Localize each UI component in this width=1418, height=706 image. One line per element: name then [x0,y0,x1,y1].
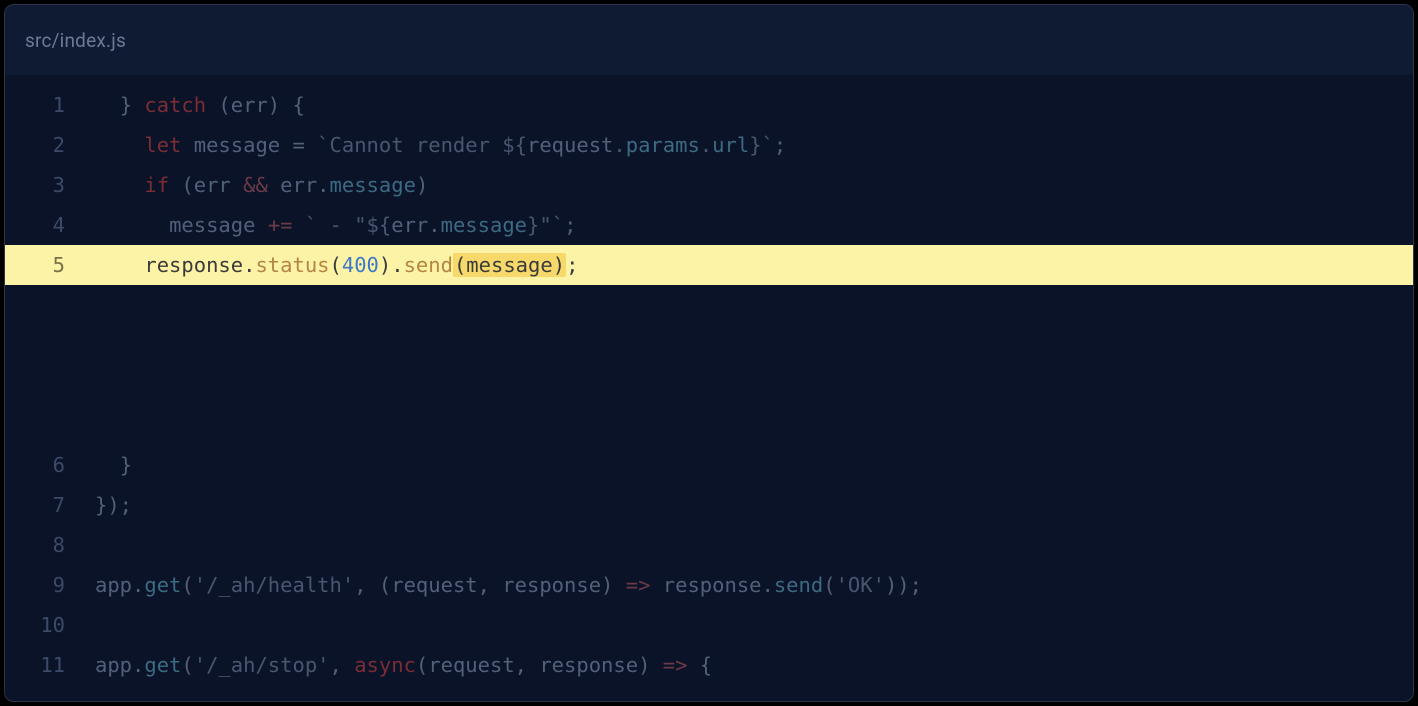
code-line[interactable]: 8 [5,525,1413,565]
code-content: let message = `Cannot render ${request.p… [95,133,1413,157]
line-number: 6 [5,453,95,477]
code-line[interactable]: 7}); [5,485,1413,525]
code-content: message += ` - "${err.message}"`; [95,213,1413,237]
code-line[interactable]: 4 message += ` - "${err.message}"`; [5,205,1413,245]
code-line[interactable]: 9app.get('/_ah/health', (request, respon… [5,565,1413,605]
code-line[interactable]: 1 } catch (err) { [5,85,1413,125]
code-line-highlighted[interactable]: 5 response.status(400).send(message); [5,245,1413,285]
line-number: 10 [5,613,95,637]
code-area[interactable]: 1 } catch (err) {2 let message = `Cannot… [5,75,1413,701]
code-line[interactable]: 6 } [5,445,1413,485]
code-content: } [95,453,1413,477]
code-line[interactable]: 11app.get('/_ah/stop', async(request, re… [5,645,1413,685]
line-number: 11 [5,653,95,677]
code-content: app.get('/_ah/health', (request, respons… [95,573,1413,597]
file-tab[interactable]: src/index.js [25,29,126,52]
code-content: } catch (err) { [95,93,1413,117]
tab-bar: src/index.js [5,5,1413,75]
line-number: 8 [5,533,95,557]
line-number: 3 [5,173,95,197]
code-gap [5,285,1413,445]
code-line[interactable]: 10 [5,605,1413,645]
code-content: app.get('/_ah/stop', async(request, resp… [95,653,1413,677]
code-content: if (err && err.message) [95,173,1413,197]
code-line[interactable]: 2 let message = `Cannot render ${request… [5,125,1413,165]
editor-window: src/index.js 1 } catch (err) {2 let mess… [4,4,1414,702]
code-line[interactable]: 3 if (err && err.message) [5,165,1413,205]
line-number: 1 [5,93,95,117]
line-number: 4 [5,213,95,237]
line-number: 5 [5,253,95,277]
code-content: response.status(400).send(message); [95,253,1413,277]
code-content: }); [95,493,1413,517]
line-number: 7 [5,493,95,517]
line-number: 9 [5,573,95,597]
line-number: 2 [5,133,95,157]
